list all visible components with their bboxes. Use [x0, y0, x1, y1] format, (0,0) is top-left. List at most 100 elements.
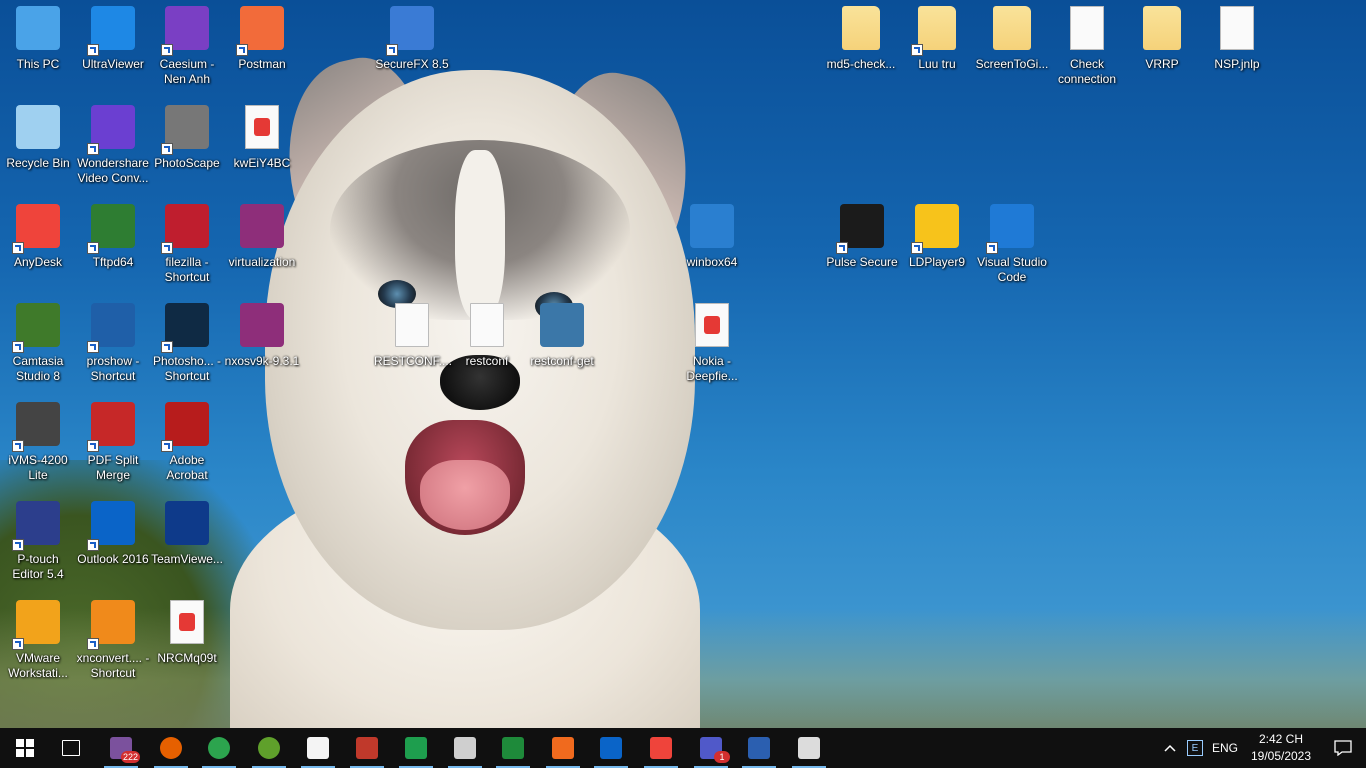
- desktop-icon-label: Postman: [238, 57, 286, 71]
- desktop-icon[interactable]: P-touch Editor 5.4: [0, 495, 76, 591]
- desktop-icon[interactable]: NSP.jnlp: [1199, 0, 1275, 96]
- start-button[interactable]: [2, 728, 48, 768]
- desktop-icon[interactable]: Pulse Secure: [824, 198, 900, 294]
- desktop-icon-label: Camtasia Studio 8: [12, 354, 64, 383]
- text-file-icon: [463, 303, 511, 351]
- camtasia-icon: [12, 303, 62, 353]
- taskbar-button[interactable]: [540, 728, 586, 768]
- desktop-icon[interactable]: ScreenToGi...: [974, 0, 1050, 96]
- desktop-icon[interactable]: PDF Split Merge: [75, 396, 151, 492]
- word-icon: [748, 737, 770, 759]
- desktop-icon-label: restconf-get: [530, 354, 594, 368]
- taskbar-button[interactable]: [344, 728, 390, 768]
- desktop-icon[interactable]: LDPlayer9: [899, 198, 975, 294]
- desktop-icon-label: Photosho... - Shortcut: [152, 354, 222, 383]
- shortcut-arrow-icon: [87, 143, 99, 155]
- desktop-icon[interactable]: UltraViewer: [75, 0, 151, 96]
- desktop-icon-label: Nokia - Deepfie...: [686, 354, 738, 383]
- desktop-icon[interactable]: iVMS-4200 Lite: [0, 396, 76, 492]
- taskbar: 222 1 E ENG 2:42 CH 19/05/2023: [0, 728, 1366, 768]
- desktop-icon-label: Caesium - Nen Anh: [159, 57, 215, 86]
- desktop-icon-label: PDF Split Merge: [87, 453, 139, 482]
- taskbar-button[interactable]: [196, 728, 242, 768]
- desktop-icon[interactable]: PhotoScape: [149, 99, 225, 195]
- desktop-icon[interactable]: md5-check...: [823, 0, 899, 96]
- shortcut-arrow-icon: [87, 242, 99, 254]
- chevron-up-icon: [1164, 744, 1176, 752]
- desktop-icon-label: Adobe Acrobat: [166, 453, 208, 482]
- desktop-icon[interactable]: xnconvert.... - Shortcut: [75, 594, 151, 690]
- desktop-icon[interactable]: TeamViewe...: [149, 495, 225, 591]
- taskbar-button[interactable]: [246, 728, 292, 768]
- desktop-icon[interactable]: Caesium - Nen Anh: [149, 0, 225, 96]
- desktop-icon[interactable]: winbox64: [674, 198, 750, 294]
- desktop-icon[interactable]: Visual Studio Code: [974, 198, 1050, 294]
- taskbar-button[interactable]: [736, 728, 782, 768]
- desktop-icon[interactable]: Camtasia Studio 8: [0, 297, 76, 393]
- wallpaper-dog-blaze: [455, 150, 505, 320]
- desktop-icon-label: ScreenToGi...: [975, 57, 1049, 71]
- outlook-icon: [87, 501, 137, 551]
- chrome-icon: [208, 737, 230, 759]
- desktop-icon[interactable]: virtualization: [224, 198, 300, 294]
- ptouch-icon: [12, 501, 62, 551]
- taskbar-button[interactable]: 1: [688, 728, 734, 768]
- desktop-icon[interactable]: NRCMq09t: [149, 594, 225, 690]
- taskbar-button[interactable]: [393, 728, 439, 768]
- desktop-icon[interactable]: Adobe Acrobat: [149, 396, 225, 492]
- desktop-icon[interactable]: restconf-get: [524, 297, 600, 393]
- desktop-icon[interactable]: AnyDesk: [0, 198, 76, 294]
- desktop[interactable]: This PC UltraViewer Caesium - Nen Anh Postm…: [0, 0, 1366, 728]
- ldplayer-icon: [911, 204, 961, 254]
- desktop-icon[interactable]: filezilla - Shortcut: [149, 198, 225, 294]
- terminal-icon: [502, 737, 524, 759]
- desktop-icon[interactable]: Photosho... - Shortcut: [149, 297, 225, 393]
- desktop-icon-label: UltraViewer: [82, 57, 144, 71]
- pulse-secure-icon: [405, 737, 427, 759]
- shortcut-arrow-icon: [12, 242, 24, 254]
- desktop-icon[interactable]: proshow - Shortcut: [75, 297, 151, 393]
- desktop-icon[interactable]: Tftpd64: [75, 198, 151, 294]
- taskbar-button[interactable]: [442, 728, 488, 768]
- taskbar-button[interactable]: [786, 728, 832, 768]
- desktop-icon[interactable]: SecureFX 8.5: [374, 0, 450, 96]
- shortcut-arrow-icon: [87, 638, 99, 650]
- desktop-icon[interactable]: Recycle Bin: [0, 99, 76, 195]
- action-center-button[interactable]: [1320, 728, 1366, 768]
- ime-button[interactable]: E: [1184, 728, 1206, 768]
- desktop-icon-label: filezilla - Shortcut: [164, 255, 210, 284]
- desktop-icon[interactable]: nxosv9k-9.3.1: [224, 297, 300, 393]
- desktop-icon[interactable]: Nokia - Deepfie...: [674, 297, 750, 393]
- desktop-icon[interactable]: Postman: [224, 0, 300, 96]
- clock-time[interactable]: 2:42 CH: [1246, 732, 1316, 746]
- securefx-icon: [386, 6, 436, 56]
- clock-date[interactable]: 19/05/2023: [1246, 749, 1316, 763]
- desktop-icon[interactable]: Check connection: [1049, 0, 1125, 96]
- taskbar-button[interactable]: [295, 728, 341, 768]
- desktop-icon[interactable]: VRRP: [1124, 0, 1200, 96]
- desktop-icon[interactable]: RESTCONF....: [374, 297, 452, 393]
- desktop-icon[interactable]: Outlook 2016: [75, 495, 151, 591]
- taskbar-button[interactable]: [48, 728, 94, 768]
- taskbar-button[interactable]: [148, 728, 194, 768]
- desktop-icon-label: iVMS-4200 Lite: [8, 453, 68, 482]
- onenote-icon: [307, 737, 329, 759]
- desktop-icon[interactable]: kwEiY4BC: [224, 99, 300, 195]
- desktop-icon[interactable]: This PC: [0, 0, 76, 96]
- tftp-icon: [87, 204, 137, 254]
- desktop-icon[interactable]: Wondershare Video Conv...: [75, 99, 151, 195]
- taskbar-button[interactable]: 222: [98, 728, 144, 768]
- taskbar-button[interactable]: [638, 728, 684, 768]
- shortcut-arrow-icon: [12, 638, 24, 650]
- taskbar-button[interactable]: [588, 728, 634, 768]
- desktop-icon[interactable]: Luu tru: [899, 0, 975, 96]
- desktop-icon-label: Visual Studio Code: [977, 255, 1047, 284]
- desktop-icon-label: kwEiY4BC: [233, 156, 291, 170]
- show-hidden-icons-button[interactable]: [1158, 728, 1182, 768]
- pc-icon: [14, 6, 62, 54]
- task-view-icon: [62, 740, 80, 756]
- desktop-icon[interactable]: VMware Workstati...: [0, 594, 76, 690]
- language-indicator[interactable]: ENG: [1212, 741, 1238, 755]
- taskbar-button[interactable]: [490, 728, 536, 768]
- desktop-icon[interactable]: restconf: [449, 297, 525, 393]
